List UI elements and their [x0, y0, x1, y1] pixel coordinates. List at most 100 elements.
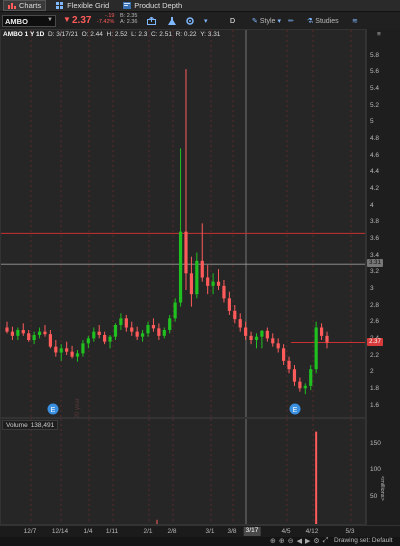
candle-body — [124, 318, 128, 328]
candle-body — [287, 360, 291, 370]
svg-text:E: E — [293, 407, 298, 414]
candle-body — [303, 385, 307, 389]
candle-body — [206, 277, 210, 286]
flask-icon — [168, 17, 176, 25]
candle-body — [54, 346, 58, 353]
symbol-input[interactable]: AMBO ▼ — [2, 15, 56, 27]
candle-body — [271, 338, 275, 344]
scroll-right-icon[interactable]: ▶ — [305, 537, 310, 545]
price-tick: 3.6 — [370, 235, 380, 242]
settings-icon[interactable]: ⚙ — [313, 537, 319, 545]
candle-body — [97, 331, 101, 335]
price-scale[interactable]: 5.8 5.6 5.4 5.2 5 4.8 4.6 4.4 4.2 4 3.8 3.6 3.4 3.2 3 2… — [366, 29, 400, 418]
earnings-marker-icon: E — [289, 403, 301, 415]
scroll-left-icon[interactable]: ◀ — [297, 537, 302, 545]
candle-body — [168, 318, 172, 330]
down-arrow-icon: ▼ — [63, 15, 71, 24]
price-tick: 2.8 — [370, 301, 380, 309]
price-tick: 5.2 — [370, 101, 380, 109]
drawing-button[interactable]: ✏ — [288, 15, 294, 27]
candle-body — [265, 330, 269, 339]
time-axis[interactable]: 12/7 12/14 1/4 1/11 2/1 2/8 3/1 3/8 4/5 4/12 5/3 3/… — [0, 525, 400, 537]
time-tick: 1/4 — [83, 528, 93, 535]
candle-body — [27, 333, 31, 340]
candle-body — [244, 327, 248, 336]
settings-button[interactable] — [186, 15, 194, 27]
change-percent: -7.42% — [97, 19, 115, 25]
candle-body — [135, 331, 139, 337]
volume-scale[interactable]: <millions> 150 100 50 — [366, 418, 400, 525]
candle-body — [103, 335, 107, 342]
time-tick: 3/8 — [227, 528, 237, 535]
volume-bar — [315, 431, 318, 524]
bid-ask: B: 2.35 A: 2.36 — [120, 13, 137, 25]
candle-body — [216, 281, 221, 286]
tab-charts-label: Charts — [19, 1, 42, 10]
studies-button[interactable]: ⚗ Studies — [307, 15, 339, 27]
candle-body — [325, 335, 329, 343]
share-button[interactable] — [147, 15, 156, 27]
candle-body — [249, 335, 253, 340]
pattern-button[interactable]: ≋ — [352, 15, 358, 27]
dropdown-button[interactable]: ▾ — [204, 15, 208, 27]
price-tick: 5 — [370, 118, 374, 126]
year-separator-label: 2020 year — [75, 398, 81, 418]
candle-body — [282, 348, 286, 361]
candle-body — [157, 328, 161, 336]
candle-body — [309, 369, 313, 386]
drawing-set-label[interactable]: Drawing set: Default — [334, 537, 393, 544]
candle-body — [195, 260, 199, 295]
time-tick: 5/3 — [345, 528, 355, 535]
zoom-fit-icon[interactable]: ⊕ — [270, 537, 276, 545]
candle-body — [21, 330, 25, 334]
time-tick: 2/8 — [167, 528, 177, 535]
candle-body — [75, 353, 80, 357]
price-tick: 5.4 — [370, 85, 380, 92]
cursor-date-label: 3/17 — [243, 527, 261, 536]
candle-body — [238, 319, 242, 328]
tab-product-depth[interactable]: Product Depth — [119, 0, 186, 11]
price-tick: 3.2 — [370, 268, 380, 276]
chart-toolbar: AMBO ▼ ▼ 2.37 -.19 -7.42% B: 2.35 A: 2.3… — [0, 12, 400, 30]
time-tick: 4/12 — [305, 528, 319, 535]
price-chart: E E 2020 year — [1, 30, 365, 418]
volume-label: Volume 138,491 — [2, 420, 59, 430]
depth-icon — [123, 2, 132, 9]
price-tick: 2.2 — [370, 351, 380, 359]
pencil-icon: ✏ — [288, 18, 294, 25]
candle-body — [16, 330, 20, 336]
volume-unit: <millions> — [379, 476, 385, 501]
price-tick: 4.2 — [370, 185, 380, 192]
flask-button[interactable] — [168, 15, 176, 27]
zoom-in-icon[interactable]: ⊕ — [279, 537, 285, 545]
price-tick: 4.4 — [370, 168, 380, 176]
price-change: -.19 -7.42% — [97, 13, 114, 25]
collapse-scale-icon[interactable]: ≡ — [377, 31, 381, 38]
expand-icon[interactable]: ⤢ — [323, 537, 329, 545]
volume-pane[interactable] — [0, 418, 366, 525]
chevron-down-icon[interactable]: ▼ — [47, 17, 53, 23]
price-tick: 2.6 — [370, 318, 380, 326]
chevron-down-icon: ▾ — [204, 18, 208, 25]
aggregation-button[interactable]: D — [230, 15, 235, 27]
price-tick: 5.6 — [370, 68, 380, 76]
pattern-icon: ≋ — [352, 18, 358, 25]
last-price-tag: 2.37 — [367, 337, 383, 346]
price-tick: 3.4 — [370, 251, 380, 259]
candle-body — [10, 331, 15, 336]
zoom-out-icon[interactable]: ⊖ — [288, 537, 294, 545]
candle-body — [119, 318, 123, 325]
tab-charts[interactable]: Charts — [3, 0, 47, 11]
style-icon: ✎ — [252, 18, 258, 25]
tab-flexible-grid[interactable]: Flexible Grid — [52, 0, 113, 11]
svg-text:E: E — [51, 407, 56, 414]
style-button[interactable]: ✎ Style ▾ — [252, 15, 281, 27]
bar-chart-icon — [8, 2, 16, 9]
candle-body — [222, 285, 226, 299]
earnings-marker-icon: E — [47, 403, 59, 415]
volume-tick: 100 — [370, 466, 381, 474]
price-chart-pane[interactable]: E E 2020 year — [0, 29, 366, 418]
price-tick: 4 — [370, 201, 374, 209]
candle-body — [48, 334, 52, 347]
candle-body — [276, 343, 280, 349]
